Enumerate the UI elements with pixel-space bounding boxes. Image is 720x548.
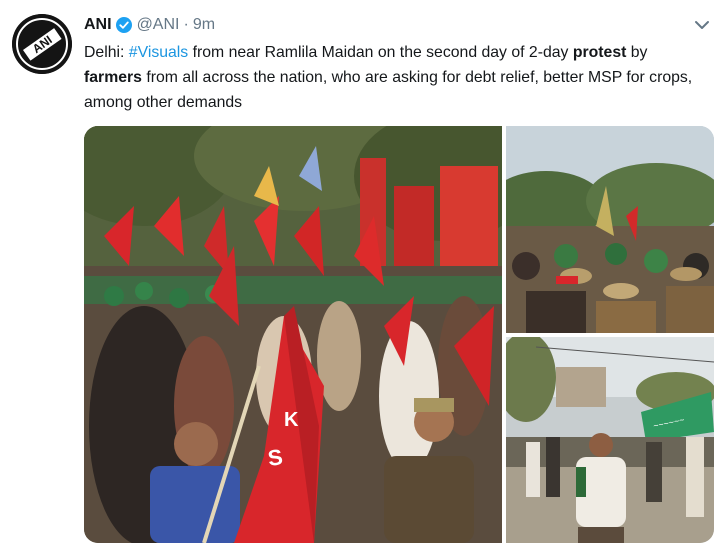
author-name[interactable]: ANI xyxy=(84,16,112,34)
svg-text:K: K xyxy=(284,409,299,431)
tweet-text-part: by xyxy=(626,44,648,61)
tweet-header: ANI @ANI · 9m xyxy=(84,14,215,36)
tweet-card[interactable]: ANI ANI @ANI · 9m Delhi: #Visuals from n… xyxy=(0,0,720,548)
highlight-farmers: farmers xyxy=(84,69,142,86)
hashtag-link[interactable]: #Visuals xyxy=(129,44,188,61)
tweet-text: Delhi: #Visuals from near Ramlila Maidan… xyxy=(84,40,706,115)
photo-main[interactable]: S K xyxy=(84,126,502,543)
tweet-text-part: from all across the nation, who are aski… xyxy=(84,69,693,111)
highlight-protest: protest xyxy=(572,44,627,61)
chevron-down-icon[interactable] xyxy=(693,18,711,32)
tweet-text-part: Delhi: xyxy=(84,44,129,61)
photo-top-right[interactable] xyxy=(506,126,714,333)
timestamp[interactable]: 9m xyxy=(193,16,215,34)
separator-dot: · xyxy=(183,16,189,33)
photo-bottom-right[interactable]: ~~~~~~ xyxy=(506,337,714,543)
ani-logo-icon: ANI xyxy=(12,14,72,74)
verified-badge-icon xyxy=(115,17,132,33)
tweet-text-part: from near Ramlila Maidan on the second d… xyxy=(188,44,573,61)
avatar[interactable]: ANI xyxy=(12,14,72,74)
author-handle[interactable]: @ANI xyxy=(137,16,180,34)
media-grid: S K ~~~~~~ xyxy=(84,126,714,543)
